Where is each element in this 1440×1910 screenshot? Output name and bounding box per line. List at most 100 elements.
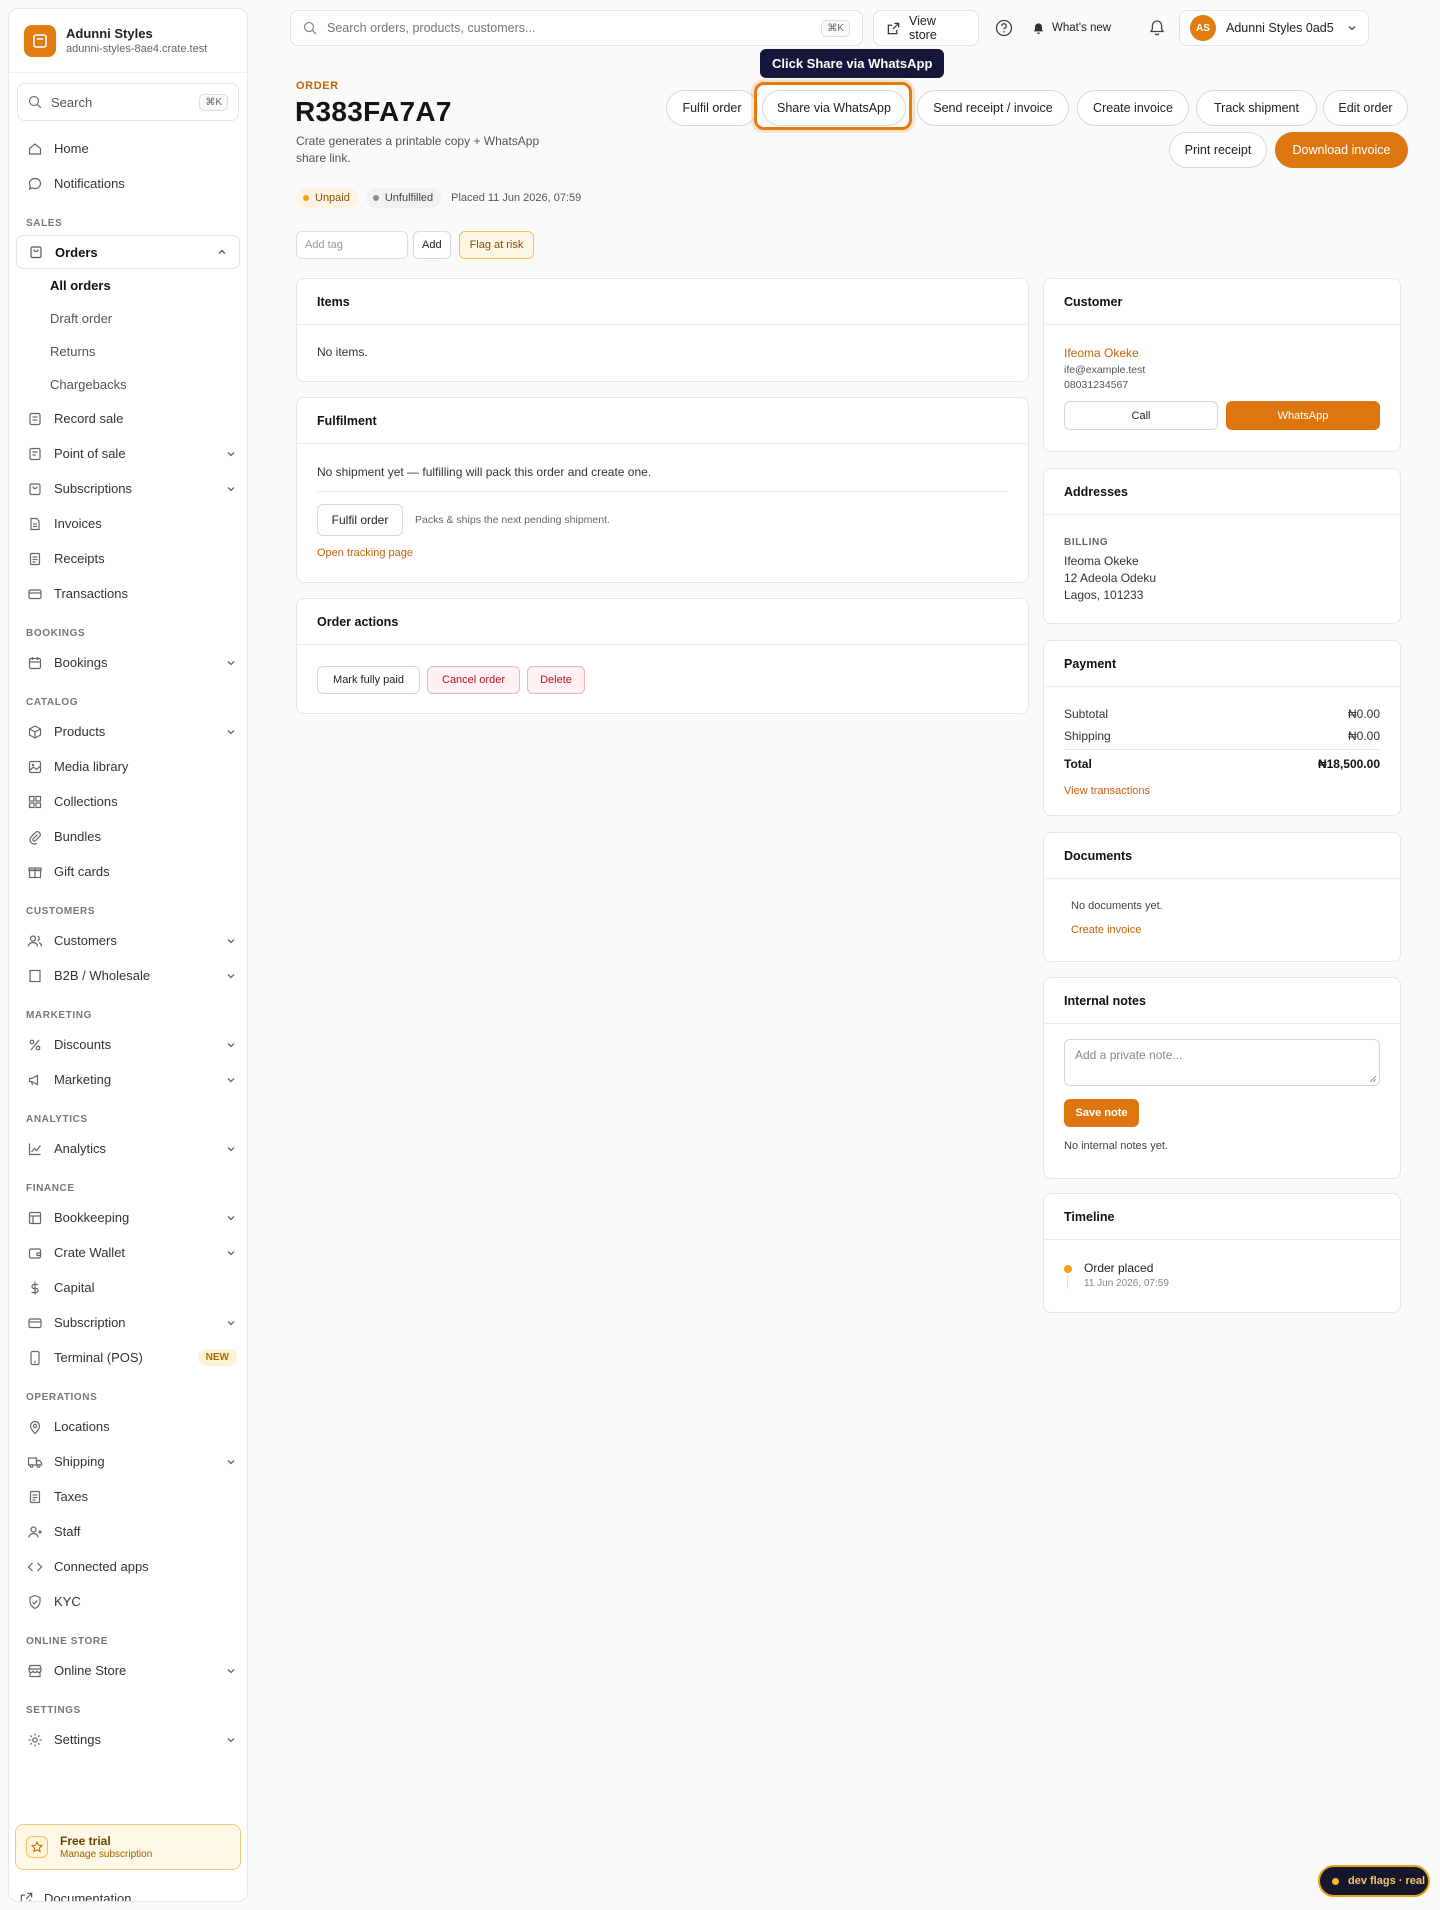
sidebar-item-notifications[interactable]: Notifications: [9, 166, 247, 201]
sidebar-item-label: Subscription: [54, 1315, 126, 1330]
sidebar-item-products[interactable]: Products: [9, 714, 247, 749]
global-search-input[interactable]: Search orders, products, customers... ⌘K: [290, 10, 863, 46]
help-circle-icon: [995, 19, 1013, 37]
sidebar-subitem-returns[interactable]: Returns: [9, 335, 247, 368]
sidebar-subitem-all-orders[interactable]: All orders: [9, 269, 247, 302]
addresses-card-title: Addresses: [1044, 469, 1400, 515]
sidebar-item-gift-cards[interactable]: Gift cards: [9, 854, 247, 889]
timeline-card: Timeline Order placed 11 Jun 2026, 07:59: [1043, 1193, 1401, 1313]
sidebar-item-analytics[interactable]: Analytics: [9, 1131, 247, 1166]
code-icon: [27, 1559, 43, 1575]
view-transactions-link[interactable]: View transactions: [1064, 785, 1380, 797]
resize-handle-icon: [1369, 1075, 1377, 1083]
sidebar-item-bundles[interactable]: Bundles: [9, 819, 247, 854]
open-tracking-page-link[interactable]: Open tracking page: [317, 547, 1008, 559]
cancel-order-button[interactable]: Cancel order: [427, 666, 520, 694]
sidebar-item-taxes[interactable]: Taxes: [9, 1479, 247, 1514]
order-actions-card: Order actions Mark fully paid Cancel ord…: [296, 598, 1029, 714]
sidebar-item-staff[interactable]: Staff: [9, 1514, 247, 1549]
documentation-label: Documentation: [44, 1891, 132, 1902]
manage-subscription-link[interactable]: Manage subscription: [60, 1849, 152, 1860]
sidebar-item-invoices[interactable]: Invoices: [9, 506, 247, 541]
sidebar-item-bookkeeping[interactable]: Bookkeeping: [9, 1200, 247, 1235]
add-tag-button[interactable]: Add: [413, 231, 451, 259]
avatar: AS: [1190, 15, 1216, 41]
share-via-whatsapp-button[interactable]: Share via WhatsApp: [762, 90, 906, 126]
sidebar-item-receipts[interactable]: Receipts: [9, 541, 247, 576]
documentation-link[interactable]: Documentation: [19, 1891, 132, 1902]
account-menu-button[interactable]: AS Adunni Styles 0ad5: [1179, 10, 1369, 46]
sidebar-item-connected-apps[interactable]: Connected apps: [9, 1549, 247, 1584]
add-tag-input[interactable]: Add tag: [296, 231, 408, 259]
whats-new-button[interactable]: What's new: [1032, 10, 1111, 46]
fulfilment-card-title: Fulfilment: [297, 398, 1028, 444]
sidebar-item-marketing[interactable]: Marketing: [9, 1062, 247, 1097]
free-trial-card[interactable]: Free trial Manage subscription: [15, 1824, 241, 1870]
send-receipt-invoice-button[interactable]: Send receipt / invoice: [917, 90, 1069, 126]
notifications-button[interactable]: [1144, 15, 1170, 41]
internal-notes-card: Internal notes Add a private note... Sav…: [1043, 977, 1401, 1179]
sidebar-item-label: Taxes: [54, 1489, 88, 1504]
save-note-button[interactable]: Save note: [1064, 1099, 1139, 1127]
whats-new-label: What's new: [1052, 22, 1112, 34]
sidebar-item-customers[interactable]: Customers: [9, 923, 247, 958]
chevron-down-icon: [225, 1212, 237, 1224]
view-store-button[interactable]: View store: [873, 10, 979, 46]
edit-order-button[interactable]: Edit order: [1323, 90, 1408, 126]
search-icon: [303, 21, 317, 35]
sidebar-search[interactable]: Search ⌘K: [17, 83, 239, 121]
download-invoice-button[interactable]: Download invoice: [1275, 132, 1408, 168]
whatsapp-customer-button[interactable]: WhatsApp: [1226, 401, 1380, 430]
sidebar-item-home[interactable]: Home: [9, 131, 247, 166]
fulfil-order-secondary-button[interactable]: Fulfil order: [317, 504, 403, 536]
sidebar-item-kyc[interactable]: KYC: [9, 1584, 247, 1619]
sidebar-item-point-of-sale[interactable]: Point of sale: [9, 436, 247, 471]
sidebar-item-crate-wallet[interactable]: Crate Wallet: [9, 1235, 247, 1270]
help-button[interactable]: [991, 15, 1017, 41]
sidebar-item-subscription[interactable]: Subscription: [9, 1305, 247, 1340]
timeline-dot: [1064, 1265, 1072, 1273]
map-pin-icon: [27, 1419, 43, 1435]
brand-header[interactable]: Adunni Styles adunni-styles-8ae4.crate.t…: [9, 9, 247, 73]
sidebar-item-label: Media library: [54, 759, 129, 774]
private-note-textarea[interactable]: Add a private note...: [1064, 1039, 1380, 1086]
sidebar-item-settings[interactable]: Settings: [9, 1722, 247, 1757]
fulfil-order-button[interactable]: Fulfil order: [666, 90, 758, 126]
flag-at-risk-button[interactable]: Flag at risk: [458, 231, 535, 259]
placed-date: Placed 11 Jun 2026, 07:59: [451, 192, 582, 204]
create-invoice-link[interactable]: Create invoice: [1071, 924, 1373, 936]
sidebar-search-label: Search: [51, 94, 93, 110]
track-shipment-button[interactable]: Track shipment: [1196, 90, 1317, 126]
chevron-down-icon: [225, 448, 237, 460]
sidebar-item-online-store[interactable]: Online Store: [9, 1653, 247, 1688]
sidebar-item-subscriptions[interactable]: Subscriptions: [9, 471, 247, 506]
sidebar-item-collections[interactable]: Collections: [9, 784, 247, 819]
sidebar-item-b2b-wholesale[interactable]: B2B / Wholesale: [9, 958, 247, 993]
customer-name-link[interactable]: Ifeoma Okeke: [1064, 346, 1380, 360]
ledger-icon: [27, 1210, 43, 1226]
delete-order-button[interactable]: Delete: [527, 666, 585, 694]
mark-fully-paid-button[interactable]: Mark fully paid: [317, 666, 420, 694]
sidebar-item-terminal-pos[interactable]: Terminal (POS) NEW: [9, 1340, 247, 1375]
print-receipt-button[interactable]: Print receipt: [1169, 132, 1267, 168]
section-settings: SETTINGS: [26, 1705, 81, 1716]
sidebar-subitem-chargebacks[interactable]: Chargebacks: [9, 368, 247, 401]
sidebar-item-label: Transactions: [54, 586, 128, 601]
sidebar-item-media-library[interactable]: Media library: [9, 749, 247, 784]
create-invoice-button[interactable]: Create invoice: [1077, 90, 1189, 126]
sidebar-item-orders[interactable]: Orders: [16, 235, 240, 269]
section-marketing: MARKETING: [26, 1010, 92, 1021]
calendar-icon: [27, 655, 43, 671]
sidebar-item-shipping[interactable]: Shipping: [9, 1444, 247, 1479]
store-logo-icon: [24, 24, 56, 57]
sidebar-item-bookings[interactable]: Bookings: [9, 645, 247, 680]
sidebar-item-discounts[interactable]: Discounts: [9, 1027, 247, 1062]
sidebar-item-record-sale[interactable]: Record sale: [9, 401, 247, 436]
sidebar-subitem-draft-order[interactable]: Draft order: [9, 302, 247, 335]
call-customer-button[interactable]: Call: [1064, 401, 1218, 430]
sidebar-item-transactions[interactable]: Transactions: [9, 576, 247, 611]
dev-flags-label: dev flags · real: [1348, 1875, 1426, 1887]
sidebar-item-locations[interactable]: Locations: [9, 1409, 247, 1444]
sidebar-item-capital[interactable]: Capital: [9, 1270, 247, 1305]
dev-flags-pill[interactable]: dev flags · real: [1318, 1865, 1430, 1897]
